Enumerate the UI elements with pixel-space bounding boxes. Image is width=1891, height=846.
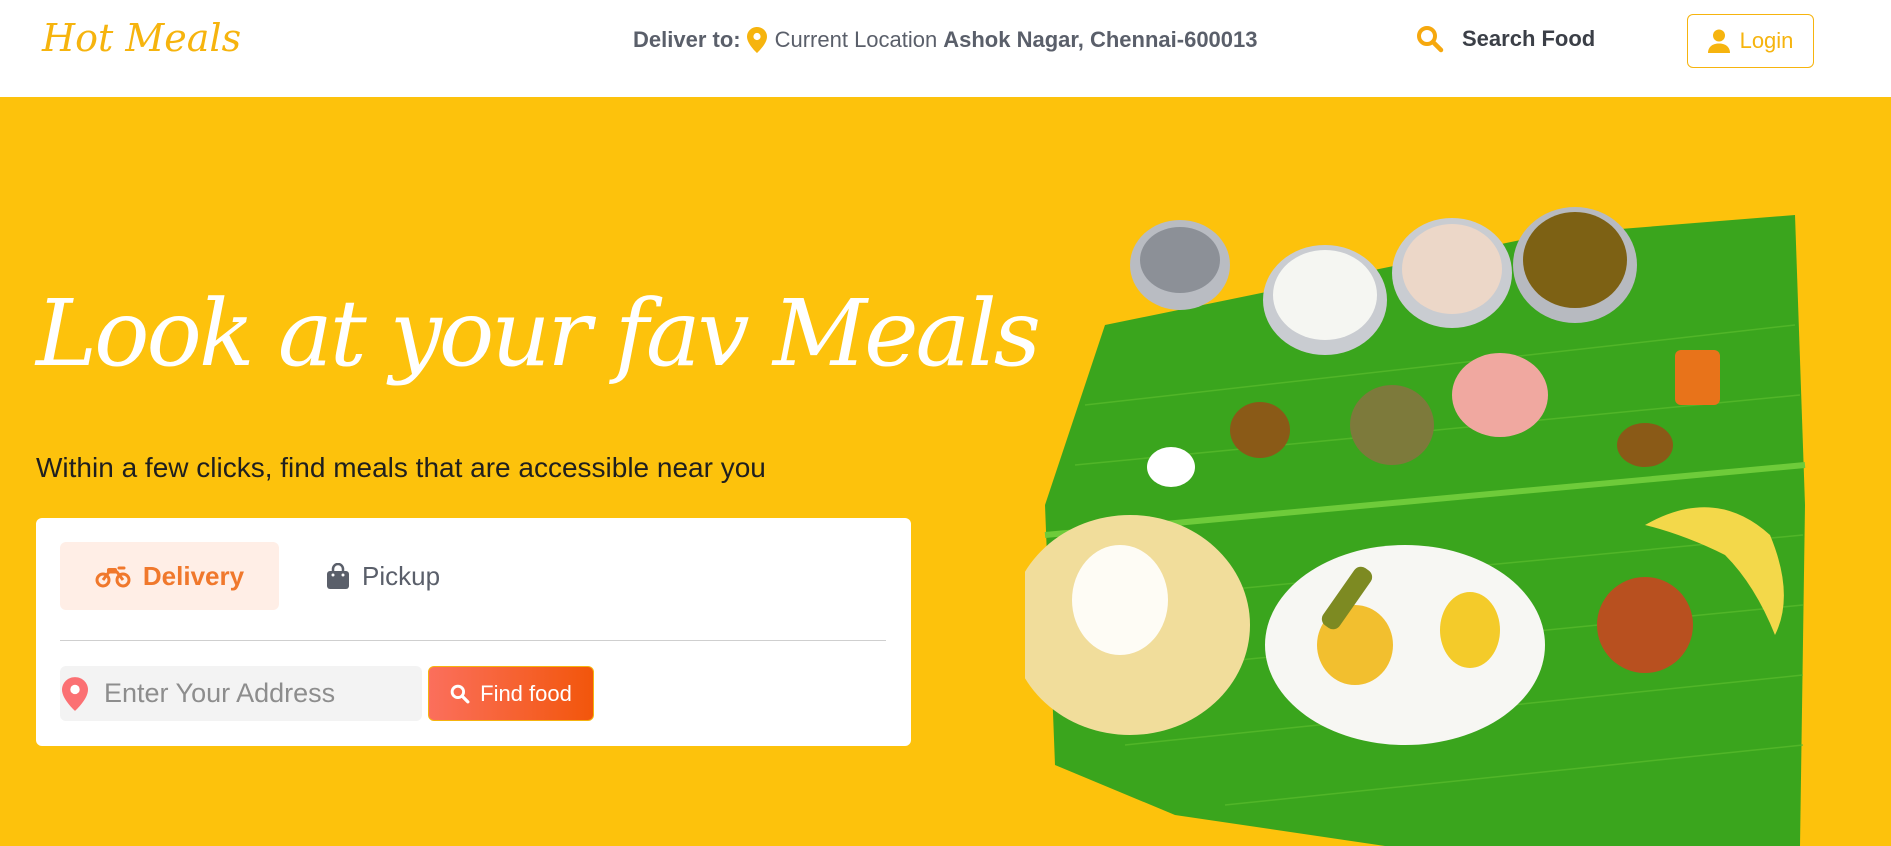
motorbike-icon <box>95 566 131 588</box>
user-icon <box>1707 29 1730 53</box>
brand-logo[interactable]: Hot Meals <box>42 16 241 60</box>
login-button[interactable]: Login <box>1687 14 1814 68</box>
login-label: Login <box>1739 28 1794 53</box>
tab-delivery-label: Delivery <box>142 560 245 591</box>
shopping-bag-icon <box>327 563 349 589</box>
search-icon <box>450 684 470 703</box>
search-food-link[interactable]: Search Food <box>1416 25 1595 53</box>
delivery-location[interactable]: Deliver to: Current Location Ashok Nagar… <box>633 27 1258 53</box>
tab-divider <box>60 640 886 641</box>
hero-subtitle: Within a few clicks, find meals that are… <box>36 452 766 483</box>
location-pin-icon <box>62 676 88 711</box>
tab-delivery[interactable]: Delivery <box>60 542 279 610</box>
tab-pickup[interactable]: Pickup <box>326 542 440 610</box>
search-icon <box>1417 26 1444 53</box>
location-pin-icon <box>746 27 767 53</box>
deliver-to-label: Deliver to: <box>633 27 741 52</box>
find-food-button[interactable]: Find food <box>428 666 594 721</box>
current-location-label: Current Location <box>774 27 938 52</box>
find-food-label: Find food <box>480 680 572 706</box>
address-field[interactable] <box>60 666 422 721</box>
order-card: Delivery Pickup Find food <box>36 518 911 746</box>
hero-title: Look at your fav Meals <box>36 280 1041 387</box>
address-input[interactable] <box>102 677 396 710</box>
top-navbar: Hot Meals Deliver to: Current Location A… <box>0 0 1891 97</box>
search-food-label: Search Food <box>1462 26 1596 51</box>
meals-on-banana-leaf-image <box>1025 207 1806 846</box>
tab-pickup-label: Pickup <box>362 560 441 591</box>
current-location-address: Ashok Nagar, Chennai-600013 <box>943 27 1258 52</box>
